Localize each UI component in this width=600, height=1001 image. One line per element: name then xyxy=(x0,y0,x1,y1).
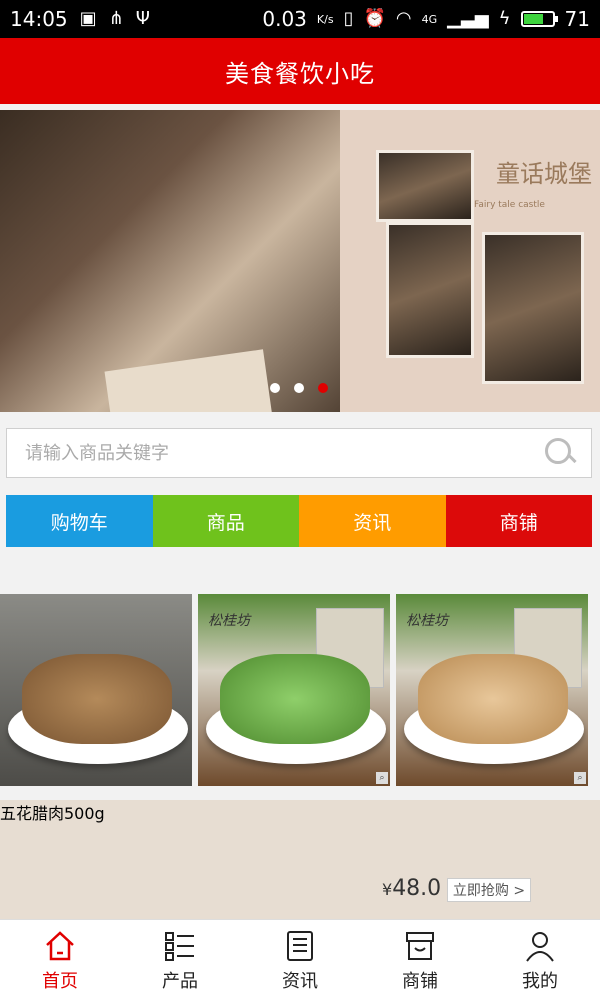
search-input[interactable] xyxy=(23,441,545,465)
category-shops-button[interactable]: 商铺 xyxy=(445,495,592,547)
product-list: 松桂坊 ⌕ 松桂坊 ⌕ xyxy=(0,594,600,786)
document-icon xyxy=(287,930,313,961)
search-icon[interactable] xyxy=(545,438,575,468)
carousel-indicator xyxy=(270,383,328,393)
category-cart-button[interactable]: 购物车 xyxy=(6,495,153,547)
tab-mine-label: 我的 xyxy=(522,970,558,992)
product-image xyxy=(418,654,568,744)
tab-products-label: 产品 xyxy=(162,970,198,992)
status-time: 14:05 xyxy=(10,7,68,31)
network-speed: 0.03 xyxy=(262,7,307,31)
carousel-dot[interactable] xyxy=(294,383,304,393)
banner-photo-small-2 xyxy=(386,222,474,358)
app-header: 美食餐饮小吃 xyxy=(0,38,600,104)
battery-icon xyxy=(520,11,558,27)
buy-now-button[interactable]: 立即抢购 > xyxy=(447,878,531,902)
network-speed-unit: K/s xyxy=(316,12,334,26)
tab-news-label: 资讯 xyxy=(282,970,318,992)
zoom-icon[interactable]: ⌕ xyxy=(574,772,586,784)
store-icon xyxy=(406,931,434,960)
tab-products[interactable]: 产品 xyxy=(120,920,240,1001)
network-type: 4G xyxy=(421,12,438,26)
castle-subtitle: Fairy tale castle xyxy=(474,200,545,210)
image-icon: ▣ xyxy=(79,8,97,29)
tab-mine[interactable]: 我的 xyxy=(480,920,600,1001)
product-image xyxy=(22,654,172,744)
zoom-icon[interactable]: ⌕ xyxy=(376,772,388,784)
bottom-nav: 首页 产品 资讯 商铺 我的 xyxy=(0,919,600,1001)
alarm-icon: ⏰ xyxy=(363,8,386,29)
tab-store-label: 商铺 xyxy=(402,970,438,992)
tab-news[interactable]: 资讯 xyxy=(240,920,360,1001)
home-icon xyxy=(46,930,74,960)
product-card[interactable] xyxy=(0,594,192,786)
category-news-button[interactable]: 资讯 xyxy=(299,495,446,547)
battery-level: 71 xyxy=(564,7,590,31)
product-image xyxy=(220,654,370,744)
promo-price-value: 48.0 xyxy=(392,876,442,901)
category-goods-button[interactable]: 商品 xyxy=(152,495,299,547)
user-icon xyxy=(526,931,554,962)
grid-list-icon xyxy=(165,931,194,961)
tab-store[interactable]: 商铺 xyxy=(360,920,480,1001)
share-icon: ⋔ xyxy=(108,8,124,29)
promo-currency: ¥ xyxy=(382,880,393,899)
product-brand: 松桂坊 xyxy=(406,613,448,629)
product-card[interactable]: 松桂坊 ⌕ xyxy=(396,594,588,786)
carousel-dot[interactable] xyxy=(270,383,280,393)
castle-title: 童话城堡 xyxy=(496,160,592,188)
signal-icon: ▁▃▅ xyxy=(447,8,489,29)
product-card[interactable]: 松桂坊 ⌕ xyxy=(198,594,390,786)
banner-carousel[interactable]: 童话城堡 Fairy tale castle xyxy=(0,110,600,412)
banner-photo-small-3 xyxy=(482,232,584,384)
charging-icon: ϟ xyxy=(498,8,511,29)
promo-name: 五花腊肉500g xyxy=(0,800,600,920)
wifi-icon: ◠ xyxy=(395,8,412,29)
status-bar: 14:05 ▣ ⋔ Ψ 0.03 K/s ▯ ⏰ ◠ 4G ▁▃▅ ϟ 71 xyxy=(0,0,600,38)
category-buttons: 购物车 商品 资讯 商铺 xyxy=(6,495,592,547)
search-bar xyxy=(6,428,592,478)
product-brand: 松桂坊 xyxy=(208,613,250,629)
page-title: 美食餐饮小吃 xyxy=(225,59,375,88)
usb-icon: Ψ xyxy=(135,8,150,29)
vibrate-icon: ▯ xyxy=(343,8,354,29)
promo-price: ¥48.0 xyxy=(382,876,441,901)
carousel-dot-active[interactable] xyxy=(318,383,328,393)
banner-photo-small-1 xyxy=(376,150,474,222)
tab-home-label: 首页 xyxy=(42,970,78,992)
tab-home[interactable]: 首页 xyxy=(0,920,120,1001)
